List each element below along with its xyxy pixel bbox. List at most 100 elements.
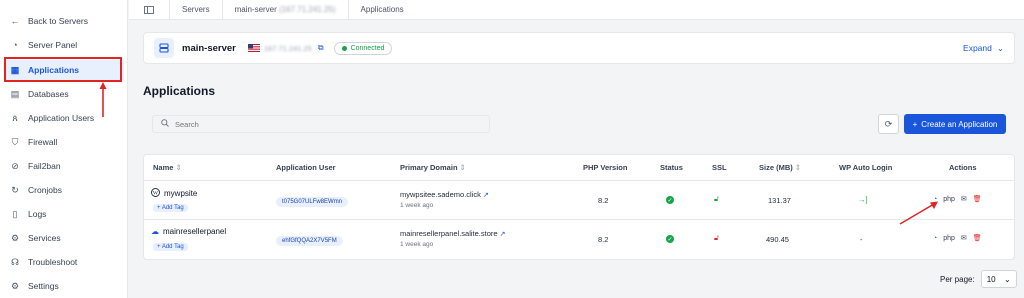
add-tag-button[interactable]: + Add Tag [153, 243, 188, 251]
per-page-value: 10 [986, 274, 996, 284]
ssl-lock-icon[interactable]: 🔓︎ [714, 233, 719, 243]
app-name: mainresellerpanel [163, 227, 227, 236]
php-version: 8.2 [598, 196, 609, 205]
search-input[interactable] [175, 119, 475, 129]
sidebar-item-back-to-servers[interactable]: ← Back to Servers [6, 11, 124, 31]
sidebar-item-label: Back to Servers [28, 16, 88, 26]
sidebar-item-applications[interactable]: ▦ Applications [6, 60, 124, 80]
table-row: ☁ mainresellerpanel + Add Tag ehfGfQQA2X… [144, 221, 1014, 259]
column-header-size[interactable]: Size (MB) ⇕ [759, 163, 801, 172]
server-ip: 167.71.241.25 [263, 43, 312, 53]
column-header-name[interactable]: Name ⇕ [153, 163, 182, 172]
sidebar-item-services[interactable]: ⚙ Services [6, 228, 124, 248]
shield-icon: ⛉ [11, 136, 19, 147]
app-user-badge[interactable]: ehfGfQQA2X7V5FM [276, 236, 343, 246]
sidebar-item-label: Databases [28, 89, 69, 99]
pagination: Per page: 10 ⌄ [940, 270, 1017, 288]
chevron-down-icon: ⌄ [1004, 274, 1011, 284]
sidebar-item-logs[interactable]: ▯ Logs [6, 204, 124, 224]
dashboard-icon[interactable]: ◔ [933, 235, 937, 242]
mail-icon[interactable]: ✉ [961, 234, 967, 242]
external-link-icon: ↗ [482, 192, 489, 199]
php-icon[interactable]: php [943, 235, 955, 242]
domain-link[interactable]: mainresellerpanel.salite.store ↗ [400, 229, 506, 238]
annotation-arrow-diagonal [899, 201, 938, 225]
search-box [152, 115, 490, 133]
breadcrumb-server-name: main-server [234, 5, 277, 14]
column-header-status: Status [660, 163, 683, 172]
auto-login-icon[interactable]: →] [858, 195, 868, 204]
sidebar-item-label: Cronjobs [28, 185, 63, 195]
sidebar-item-troubleshoot[interactable]: ☊ Troubleshoot [6, 252, 124, 272]
column-header-domain[interactable]: Primary Domain ⇕ [400, 163, 466, 172]
sidebar-item-label: Application Users [28, 113, 95, 123]
sidebar-item-label: Logs [28, 209, 47, 219]
auto-login-value: - [860, 235, 863, 244]
app-user-badge[interactable]: t075G07ULFw8EWmn [276, 197, 349, 207]
table-row: W mywpsite + Add Tag t075G07ULFw8EWmn my… [144, 182, 1014, 220]
breadcrumb-current: Applications [347, 0, 416, 20]
column-header-php: PHP Version [583, 163, 628, 172]
column-header-label: Primary Domain [400, 163, 458, 172]
sidebar-item-fail2ban[interactable]: ⊘ Fail2ban [6, 156, 124, 176]
sidebar-toggle-icon[interactable] [129, 5, 169, 14]
copy-icon[interactable]: ⧉ [318, 43, 324, 53]
per-page-label: Per page: [940, 274, 975, 284]
apps-icon: ▦ [10, 64, 20, 75]
mail-icon[interactable]: ✉ [961, 195, 967, 203]
ssl-lock-icon[interactable]: 🔓︎ [714, 194, 719, 204]
sidebar: ← Back to Servers ◔ Server Panel ▦ Appli… [0, 0, 128, 298]
headset-icon: ☊ [11, 256, 19, 267]
refresh-button[interactable]: ⟳ [878, 114, 899, 134]
trash-icon[interactable]: 🗑︎ [973, 234, 982, 242]
sidebar-item-label: Applications [28, 65, 80, 75]
cloud-icon: ☁ [151, 227, 159, 236]
sort-icon: ⇕ [794, 163, 802, 172]
sidebar-item-label: Troubleshoot [28, 257, 78, 267]
refresh-icon: ⟳ [884, 118, 893, 129]
column-header-ssl: SSL [712, 163, 727, 172]
status-ok-icon: ✓ [666, 196, 674, 204]
updated-ago: 1 week ago [400, 202, 434, 209]
sidebar-item-cronjobs[interactable]: ↻ Cronjobs [6, 180, 124, 200]
sort-icon: ⇕ [459, 163, 466, 172]
table-header: Name ⇕ Application User Primary Domain ⇕ P… [144, 155, 1014, 181]
database-icon: ▤ [10, 88, 20, 99]
php-version: 8.2 [598, 235, 609, 244]
trash-icon[interactable]: 🗑︎ [973, 195, 982, 203]
column-header-label: Name [153, 163, 174, 172]
page-title: Applications [143, 84, 216, 98]
sidebar-item-server-panel[interactable]: ◔ Server Panel [6, 35, 124, 55]
gauge-icon: ◔ [12, 40, 18, 50]
app-name: mywpsite [164, 189, 198, 198]
column-header-user: Application User [276, 163, 336, 172]
breadcrumb-server[interactable]: main-server (167.71.241.25) [221, 0, 348, 20]
services-icon: ⚙ [10, 232, 20, 243]
domain-link[interactable]: mywpsitee.sademo.click ↗ [400, 190, 489, 199]
column-header-autologin: WP Auto Login [839, 163, 893, 172]
users-icon: ጰ [12, 112, 18, 123]
sidebar-item-label: Firewall [28, 137, 58, 147]
per-page-select[interactable]: 10 ⌄ [980, 270, 1017, 288]
create-application-button[interactable]: + Create an Application [904, 114, 1006, 134]
sidebar-item-firewall[interactable]: ⛉ Firewall [6, 132, 124, 152]
svg-text:W: W [153, 190, 159, 196]
domain-text: mywpsitee.sademo.click [400, 190, 481, 199]
file-icon: ▯ [12, 208, 18, 219]
us-flag-icon [247, 44, 260, 52]
column-header-label: Size (MB) [759, 163, 793, 172]
gear-icon: ⚙ [10, 280, 20, 291]
app-name-link[interactable]: ☁ mainresellerpanel [151, 227, 226, 236]
add-tag-button[interactable]: + Add Tag [153, 204, 188, 212]
search-icon [161, 119, 169, 129]
status-badge: Connected [333, 41, 393, 55]
annotation-arrow-up [99, 82, 107, 117]
app-name-link[interactable]: W mywpsite [151, 188, 197, 199]
sidebar-item-label: Services [28, 233, 61, 243]
breadcrumb-servers[interactable]: Servers [169, 0, 222, 20]
expand-button[interactable]: Expand ⌄ [963, 43, 1004, 54]
php-icon[interactable]: php [943, 196, 955, 203]
expand-label: Expand [963, 43, 992, 53]
server-card: main-server 167.71.241.25 ⧉ Connected Ex… [143, 32, 1015, 64]
sidebar-item-settings[interactable]: ⚙ Settings [6, 276, 124, 296]
